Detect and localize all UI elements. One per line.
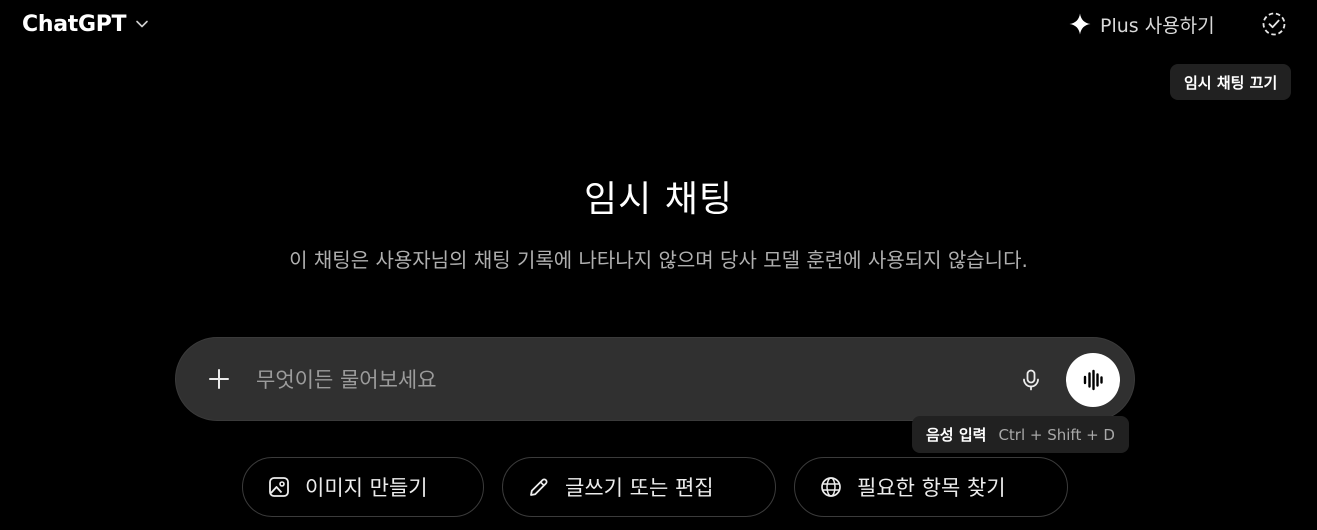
pencil-icon [527,475,551,499]
plus-icon [207,367,231,391]
voice-mode-button[interactable] [1066,353,1120,407]
dictate-button[interactable] [1010,359,1052,401]
microphone-icon [1019,368,1043,392]
temporary-chat-tooltip: 임시 채팅 끄기 [1170,64,1292,100]
temporary-chat-page: ChatGPT Plus 사용하기 임시 채팅 끄기 임시 채팅 이 채팅은 사… [0,0,1317,530]
voice-input-tooltip: 음성 입력 Ctrl + Shift + D [912,416,1129,453]
prompt-input[interactable] [256,360,996,400]
upgrade-label: Plus 사용하기 [1100,14,1215,37]
suggestion-label: 필요한 항목 찾기 [857,476,1006,500]
model-name: ChatGPT [22,11,127,37]
image-icon [267,475,291,499]
voice-waveform-icon [1080,367,1106,393]
suggestion-write-edit[interactable]: 글쓰기 또는 편집 [502,457,776,517]
temporary-chat-toggle[interactable] [1254,5,1294,43]
page-subtitle: 이 채팅은 사용자님의 채팅 기록에 나타나지 않으며 당사 모델 훈련에 사용… [289,248,1028,272]
suggestion-find-info[interactable]: 필요한 항목 찾기 [794,457,1068,517]
model-selector[interactable]: ChatGPT [14,6,158,42]
globe-icon [819,475,843,499]
chevron-down-icon [134,16,150,32]
add-attachment-button[interactable] [198,358,240,400]
upgrade-plus-button[interactable]: Plus 사용하기 [1058,6,1225,42]
composer [175,337,1135,421]
suggestion-label: 이미지 만들기 [305,476,428,500]
suggestion-create-image[interactable]: 이미지 만들기 [242,457,484,517]
suggestion-label: 글쓰기 또는 편집 [565,476,714,500]
page-title: 임시 채팅 [584,179,733,220]
sparkle-icon [1068,12,1092,36]
voice-tooltip-shortcut: Ctrl + Shift + D [998,425,1115,444]
dashed-circle-check-icon [1261,11,1287,37]
voice-tooltip-label: 음성 입력 [926,426,987,444]
